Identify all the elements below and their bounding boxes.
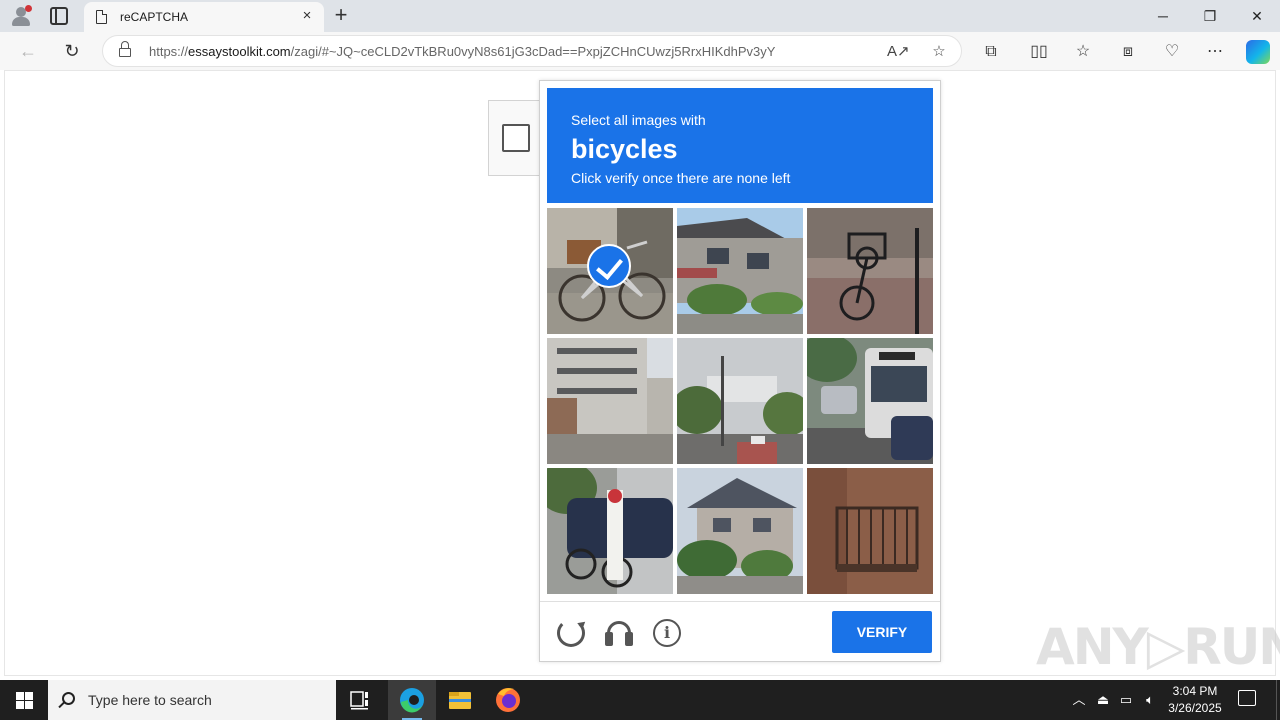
audio-challenge-icon[interactable] [605,619,633,647]
tile-9-image [807,468,933,594]
tile-6-image [807,338,933,464]
copilot-icon[interactable] [1246,40,1270,64]
extensions-icon[interactable]: ⧉ [980,41,1002,63]
more-icon[interactable]: ⋯ [1204,41,1226,63]
firefox-icon[interactable] [484,680,532,720]
show-desktop-button[interactable] [1276,680,1280,720]
captcha-header: Select all images with bicycles Click ve… [547,88,933,203]
tile-5-image [677,338,803,464]
captcha-tile-6[interactable] [807,338,933,464]
search-placeholder: Type here to search [88,692,212,708]
page-icon [96,10,107,24]
minimize-button[interactable]: ─ [1140,0,1186,32]
watermark-text: ANY▷RUN [1036,618,1280,676]
tab-recaptcha[interactable]: reCAPTCHA × [84,2,324,32]
usb-icon[interactable]: ⏏ [1094,690,1112,710]
back-icon[interactable]: ← [14,38,42,64]
captcha-tile-9[interactable] [807,468,933,594]
tile-4-image [547,338,673,464]
tab-close-icon[interactable]: × [298,7,316,25]
instruction-subtext: Click verify once there are none left [571,170,791,186]
new-tab-button[interactable]: + [330,4,352,26]
reload-challenge-icon[interactable] [557,619,585,647]
tile-8-image [677,468,803,594]
profile-icon[interactable] [10,5,32,27]
notification-icon[interactable] [1238,690,1256,706]
captcha-tile-5[interactable] [677,338,803,464]
refresh-icon[interactable]: ↻ [58,38,86,64]
instruction-text: Select all images with [571,112,706,128]
network-icon[interactable]: ▭ [1117,690,1135,710]
tile-3-image [807,208,933,334]
image-grid [547,208,933,594]
captcha-tile-4[interactable] [547,338,673,464]
clock-date: 3/26/2025 [1168,701,1222,715]
taskbar: Type here to search ︿ ⏏ ▭ 🔈︎ 3:04 PM 3/2… [0,680,1280,720]
browser-essentials-icon[interactable]: ♡ [1161,41,1183,63]
captcha-tile-2[interactable] [677,208,803,334]
anyrun-watermark: ANY▷RUN [1036,610,1280,676]
info-icon[interactable]: i [653,619,681,647]
browser-title-bar: reCAPTCHA × + ─ ❐ ✕ [0,0,1280,32]
captcha-tile-7[interactable] [547,468,673,594]
collections-icon[interactable]: ⧈ [1117,41,1139,63]
file-explorer-icon[interactable] [436,680,484,720]
edge-taskbar-icon[interactable] [388,680,436,720]
footer-divider [540,601,940,602]
recaptcha-anchor [488,100,542,176]
captcha-tile-8[interactable] [677,468,803,594]
tile-7-image [547,468,673,594]
challenge-keyword: bicycles [571,134,678,164]
url-text: https://essaystoolkit.com/zagi/#~JQ~ceCL… [149,44,776,59]
volume-icon[interactable]: 🔈︎ [1141,690,1159,710]
captcha-challenge: Select all images with bicycles Click ve… [539,80,941,662]
tab-actions-icon[interactable] [50,7,68,25]
clock-time: 3:04 PM [1172,684,1218,698]
chevron-up-icon[interactable]: ︿ [1070,690,1088,710]
lock-icon[interactable] [119,41,131,57]
search-icon [62,692,75,705]
captcha-tile-3[interactable] [807,208,933,334]
start-button[interactable] [0,680,48,720]
tab-title: reCAPTCHA [120,10,189,24]
favorite-star-icon[interactable]: ☆ [929,42,949,62]
taskbar-search[interactable]: Type here to search [48,680,336,720]
verify-button[interactable]: VERIFY [832,611,932,653]
split-screen-icon[interactable]: ▯▯ [1028,41,1050,63]
restore-button[interactable]: ❐ [1187,0,1233,32]
system-clock[interactable]: 3:04 PM 3/26/2025 [1160,683,1230,717]
task-view-icon[interactable] [336,680,384,720]
tile-2-image [677,208,803,334]
read-aloud-icon[interactable]: A↗ [887,42,910,62]
close-window-button[interactable]: ✕ [1234,0,1280,32]
captcha-tile-1[interactable] [547,208,673,334]
selected-check-icon [587,244,631,288]
recaptcha-checkbox[interactable] [502,124,530,152]
favorites-icon[interactable]: ☆ [1072,41,1094,63]
address-bar[interactable]: https://essaystoolkit.com/zagi/#~JQ~ceCL… [102,35,962,67]
browser-toolbar: ← ↻ https://essaystoolkit.com/zagi/#~JQ~… [0,32,1280,70]
